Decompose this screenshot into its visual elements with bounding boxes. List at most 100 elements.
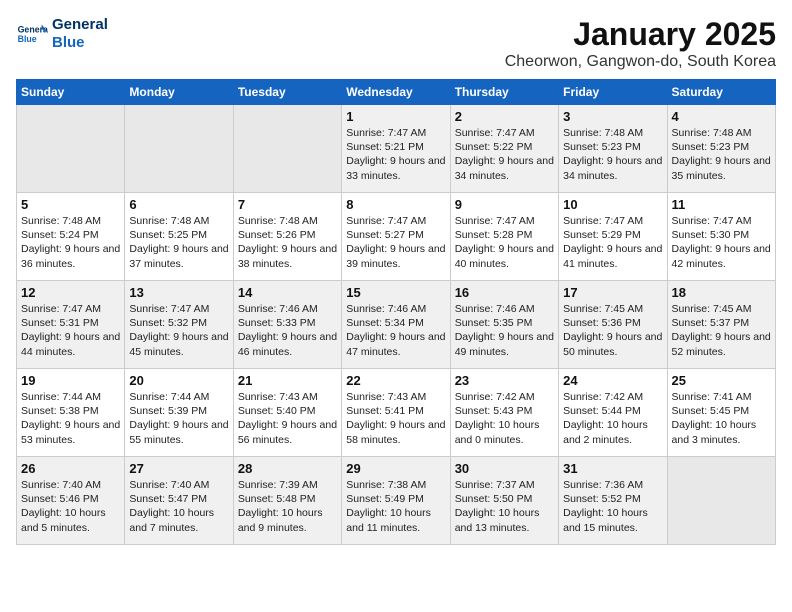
col-header-monday: Monday — [125, 80, 233, 105]
calendar-cell: 16 Sunrise: 7:46 AM Sunset: 5:35 PM Dayli… — [450, 281, 558, 369]
day-info: Sunrise: 7:40 AM Sunset: 5:46 PM Dayligh… — [21, 478, 120, 535]
calendar-cell: 12Sunrise: 7:47 AM Sunset: 5:31 PM Dayli… — [17, 281, 125, 369]
calendar-cell: 26 Sunrise: 7:40 AM Sunset: 5:46 PM Dayli… — [17, 457, 125, 545]
day-number: 15 — [346, 285, 445, 300]
calendar-cell: 15 Sunrise: 7:46 AM Sunset: 5:34 PM Dayli… — [342, 281, 450, 369]
day-info: Sunrise: 7:46 AM Sunset: 5:34 PM Dayligh… — [346, 302, 445, 359]
day-number: 9 — [455, 197, 554, 212]
day-number: 12 — [21, 285, 120, 300]
calendar-cell: 22 Sunrise: 7:43 AM Sunset: 5:41 PM Dayli… — [342, 369, 450, 457]
day-info: Sunrise: 7:47 AM Sunset: 5:28 PM Dayligh… — [455, 214, 554, 271]
day-info: Sunrise: 7:37 AM Sunset: 5:50 PM Dayligh… — [455, 478, 554, 535]
calendar-cell: 13Sunrise: 7:47 AM Sunset: 5:32 PM Dayli… — [125, 281, 233, 369]
day-number: 19 — [21, 373, 120, 388]
day-number: 8 — [346, 197, 445, 212]
calendar-cell: 27Sunrise: 7:40 AM Sunset: 5:47 PM Dayli… — [125, 457, 233, 545]
day-info: Sunrise: 7:47 AM Sunset: 5:27 PM Dayligh… — [346, 214, 445, 271]
month-title: January 2025 — [505, 16, 776, 53]
day-number: 10 — [563, 197, 662, 212]
day-number: 5 — [21, 197, 120, 212]
calendar-week-row: 19 Sunrise: 7:44 AM Sunset: 5:38 PM Dayli… — [17, 369, 776, 457]
calendar-cell: 9 Sunrise: 7:47 AM Sunset: 5:28 PM Daylig… — [450, 193, 558, 281]
day-number: 16 — [455, 285, 554, 300]
location-subtitle: Cheorwon, Gangwon-do, South Korea — [505, 53, 776, 71]
calendar-cell: 6 Sunrise: 7:48 AM Sunset: 5:25 PM Daylig… — [125, 193, 233, 281]
logo-line1: General — [52, 16, 108, 34]
day-info: Sunrise: 7:48 AM Sunset: 5:25 PM Dayligh… — [129, 214, 228, 271]
day-info: Sunrise: 7:47 AM Sunset: 5:30 PM Dayligh… — [672, 214, 771, 271]
day-info: Sunrise: 7:44 AM Sunset: 5:38 PM Dayligh… — [21, 390, 120, 447]
calendar-cell: 1 Sunrise: 7:47 AM Sunset: 5:21 PM Daylig… — [342, 105, 450, 193]
title-block: January 2025 Cheorwon, Gangwon-do, South… — [505, 16, 776, 71]
day-info: Sunrise: 7:46 AM Sunset: 5:33 PM Dayligh… — [238, 302, 337, 359]
day-number: 29 — [346, 461, 445, 476]
logo-line2: Blue — [52, 34, 108, 52]
col-header-thursday: Thursday — [450, 80, 558, 105]
day-number: 21 — [238, 373, 337, 388]
day-info: Sunrise: 7:43 AM Sunset: 5:41 PM Dayligh… — [346, 390, 445, 447]
day-number: 26 — [21, 461, 120, 476]
calendar-cell: 30 Sunrise: 7:37 AM Sunset: 5:50 PM Dayli… — [450, 457, 558, 545]
calendar-cell: 24 Sunrise: 7:42 AM Sunset: 5:44 PM Dayli… — [559, 369, 667, 457]
day-number: 28 — [238, 461, 337, 476]
day-number: 11 — [672, 197, 771, 212]
day-number: 18 — [672, 285, 771, 300]
calendar-cell: 31 Sunrise: 7:36 AM Sunset: 5:52 PM Dayli… — [559, 457, 667, 545]
calendar-cell: 28 Sunrise: 7:39 AM Sunset: 5:48 PM Dayli… — [233, 457, 341, 545]
day-number: 30 — [455, 461, 554, 476]
calendar-cell: 20Sunrise: 7:44 AM Sunset: 5:39 PM Dayli… — [125, 369, 233, 457]
day-info: Sunrise: 7:36 AM Sunset: 5:52 PM Dayligh… — [563, 478, 662, 535]
calendar-cell: 23Sunrise: 7:42 AM Sunset: 5:43 PM Dayli… — [450, 369, 558, 457]
day-info: Sunrise: 7:43 AM Sunset: 5:40 PM Dayligh… — [238, 390, 337, 447]
day-info: Sunrise: 7:39 AM Sunset: 5:48 PM Dayligh… — [238, 478, 337, 535]
calendar-week-row: 12Sunrise: 7:47 AM Sunset: 5:31 PM Dayli… — [17, 281, 776, 369]
day-info: Sunrise: 7:47 AM Sunset: 5:21 PM Dayligh… — [346, 126, 445, 183]
calendar-cell: 17Sunrise: 7:45 AM Sunset: 5:36 PM Dayli… — [559, 281, 667, 369]
day-info: Sunrise: 7:48 AM Sunset: 5:26 PM Dayligh… — [238, 214, 337, 271]
day-info: Sunrise: 7:47 AM Sunset: 5:29 PM Dayligh… — [563, 214, 662, 271]
calendar-cell: 21 Sunrise: 7:43 AM Sunset: 5:40 PM Dayli… — [233, 369, 341, 457]
calendar-table: SundayMondayTuesdayWednesdayThursdayFrid… — [16, 79, 776, 545]
day-number: 24 — [563, 373, 662, 388]
calendar-cell: 10 Sunrise: 7:47 AM Sunset: 5:29 PM Dayli… — [559, 193, 667, 281]
calendar-cell: 5 Sunrise: 7:48 AM Sunset: 5:24 PM Daylig… — [17, 193, 125, 281]
calendar-week-row: 26 Sunrise: 7:40 AM Sunset: 5:46 PM Dayli… — [17, 457, 776, 545]
col-header-tuesday: Tuesday — [233, 80, 341, 105]
calendar-cell: 8 Sunrise: 7:47 AM Sunset: 5:27 PM Daylig… — [342, 193, 450, 281]
page-header: General Blue General Blue January 2025 C… — [16, 16, 776, 71]
col-header-sunday: Sunday — [17, 80, 125, 105]
day-number: 1 — [346, 109, 445, 124]
day-number: 2 — [455, 109, 554, 124]
day-info: Sunrise: 7:45 AM Sunset: 5:37 PM Dayligh… — [672, 302, 771, 359]
col-header-wednesday: Wednesday — [342, 80, 450, 105]
calendar-cell: 18 Sunrise: 7:45 AM Sunset: 5:37 PM Dayli… — [667, 281, 775, 369]
calendar-cell: 11 Sunrise: 7:47 AM Sunset: 5:30 PM Dayli… — [667, 193, 775, 281]
calendar-cell: 7 Sunrise: 7:48 AM Sunset: 5:26 PM Daylig… — [233, 193, 341, 281]
day-number: 7 — [238, 197, 337, 212]
day-number: 3 — [563, 109, 662, 124]
calendar-cell: 2 Sunrise: 7:47 AM Sunset: 5:22 PM Daylig… — [450, 105, 558, 193]
col-header-saturday: Saturday — [667, 80, 775, 105]
day-info: Sunrise: 7:48 AM Sunset: 5:23 PM Dayligh… — [563, 126, 662, 183]
day-info: Sunrise: 7:48 AM Sunset: 5:24 PM Dayligh… — [21, 214, 120, 271]
calendar-cell — [17, 105, 125, 193]
day-info: Sunrise: 7:42 AM Sunset: 5:44 PM Dayligh… — [563, 390, 662, 447]
day-number: 22 — [346, 373, 445, 388]
day-info: Sunrise: 7:46 AM Sunset: 5:35 PM Dayligh… — [455, 302, 554, 359]
day-number: 20 — [129, 373, 228, 388]
calendar-cell — [233, 105, 341, 193]
day-number: 4 — [672, 109, 771, 124]
day-number: 14 — [238, 285, 337, 300]
day-number: 6 — [129, 197, 228, 212]
calendar-cell: 25Sunrise: 7:41 AM Sunset: 5:45 PM Dayli… — [667, 369, 775, 457]
calendar-cell: 4Sunrise: 7:48 AM Sunset: 5:23 PM Daylig… — [667, 105, 775, 193]
calendar-cell — [667, 457, 775, 545]
day-info: Sunrise: 7:45 AM Sunset: 5:36 PM Dayligh… — [563, 302, 662, 359]
day-number: 31 — [563, 461, 662, 476]
calendar-cell — [125, 105, 233, 193]
calendar-cell: 3 Sunrise: 7:48 AM Sunset: 5:23 PM Daylig… — [559, 105, 667, 193]
day-info: Sunrise: 7:47 AM Sunset: 5:22 PM Dayligh… — [455, 126, 554, 183]
calendar-week-row: 1 Sunrise: 7:47 AM Sunset: 5:21 PM Daylig… — [17, 105, 776, 193]
day-info: Sunrise: 7:41 AM Sunset: 5:45 PM Dayligh… — [672, 390, 771, 447]
day-number: 27 — [129, 461, 228, 476]
